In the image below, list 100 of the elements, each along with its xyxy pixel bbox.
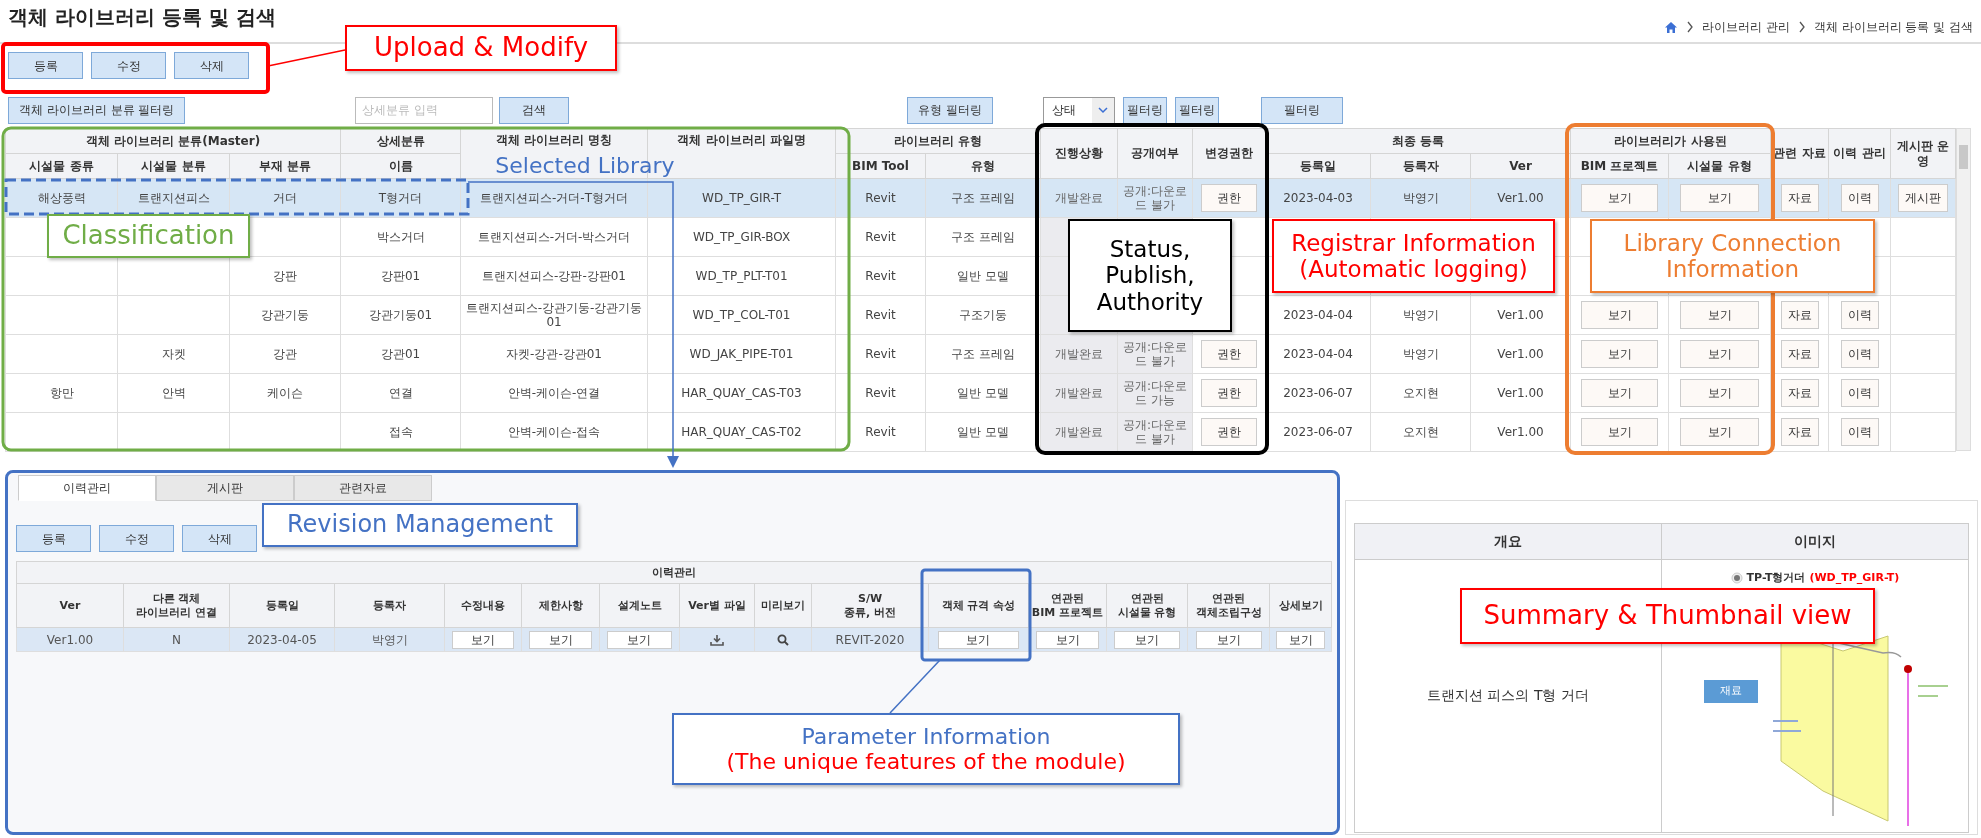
scrollbar[interactable]	[1956, 128, 1971, 451]
table-cell: Ver1.00	[16, 627, 124, 652]
column-header: 공개여부	[1117, 128, 1193, 179]
table-cell: 일반 모델	[925, 256, 1041, 296]
callout-text: Revision Management	[287, 511, 553, 539]
breadcrumb-link[interactable]: 객체 라이브러리 등록 및 검색	[1813, 18, 1973, 36]
table-cell: 박영기	[1370, 178, 1471, 218]
table-button[interactable]: 보기	[1679, 184, 1760, 212]
detail-search-field[interactable]: 상세분류 입력	[355, 96, 494, 124]
table-cell: 자켓-강관-강관01	[460, 334, 648, 374]
table-button[interactable]: 보기	[1581, 340, 1658, 368]
table-button[interactable]: 보기	[1679, 379, 1760, 407]
table-cell: 안벽-케이슨-연결	[460, 373, 648, 413]
tab[interactable]: 게시판	[156, 475, 294, 501]
table-button[interactable]: 보기	[1679, 340, 1760, 368]
column-header: 제한사항	[521, 583, 600, 628]
view-button[interactable]: 보기	[1036, 630, 1099, 649]
action-button[interactable]: 등록	[8, 52, 83, 79]
table-cell: 개발완료	[1040, 412, 1118, 452]
view-button[interactable]: 보기	[529, 630, 592, 649]
table-button[interactable]: 이력	[1840, 340, 1879, 368]
table-cell: 강관기둥	[229, 295, 341, 335]
table-cell: Ver1.00	[1470, 373, 1571, 413]
column-header: 시설물 종류	[5, 153, 118, 179]
table-cell: 강판01	[340, 256, 461, 296]
table-button[interactable]: 권한	[1201, 340, 1257, 368]
table-button[interactable]: 자료	[1780, 301, 1819, 329]
table-button[interactable]: 보기	[1581, 379, 1658, 407]
column-header: 라이브러리 유형	[835, 128, 1041, 154]
table-row[interactable]: 항만 안벽 케이슨 연결 안벽-케이슨-연결 HAR_QUAY_CAS-T03 Revit 일반 모델 개발완료 공개:다운로드 가능 권한 2023-06-07 오지현 Ver1.00 보기 보기 자료 이력	[5, 373, 1956, 413]
filter-button[interactable]: 객체 라이브러리 분류 필터링	[8, 96, 186, 124]
table-button[interactable]: 자료	[1780, 418, 1819, 446]
callout-text: Upload & Modify	[373, 33, 589, 63]
table-cell: Revit	[835, 178, 926, 218]
column-header: 진행상황	[1040, 128, 1118, 179]
table-cell: WD_TP_GIR-BOX	[647, 217, 836, 257]
table-button[interactable]: 보기	[1581, 418, 1658, 446]
action-button[interactable]: 수정	[91, 52, 166, 79]
table-button[interactable]: 자료	[1780, 379, 1819, 407]
table-cell: 구조 프레임	[925, 334, 1041, 374]
tab[interactable]: 이력관리	[18, 475, 156, 501]
table-button[interactable]: 이력	[1840, 301, 1879, 329]
table-button[interactable]: 게시판	[1898, 184, 1948, 212]
action-button[interactable]: 등록	[16, 525, 91, 552]
table-cell: 트랜지션피스-강관기둥-강관기둥01	[460, 295, 648, 335]
status-select[interactable]: 상태	[1043, 96, 1116, 124]
view-button[interactable]: 보기	[1276, 630, 1325, 649]
filter-button[interactable]: 필터링	[1175, 96, 1220, 124]
table-title: 이력관리	[16, 561, 1332, 584]
table-cell: 박스거더	[340, 217, 461, 257]
table-row[interactable]: Ver1.00 N 2023-04-05 박영기 보기 보기 보기 REVIT-2020 보기 보기 보기 보기 보기	[16, 627, 1332, 652]
table-button[interactable]: 권한	[1201, 379, 1257, 407]
action-button[interactable]: 삭제	[174, 52, 249, 79]
table-button[interactable]: 자료	[1780, 184, 1819, 212]
download-icon[interactable]	[710, 634, 724, 646]
table-button[interactable]: 보기	[1581, 301, 1658, 329]
table-button[interactable]: 이력	[1840, 418, 1879, 446]
action-button[interactable]: 수정	[99, 525, 174, 552]
view-button[interactable]: 보기	[607, 630, 672, 649]
table-button[interactable]: 자료	[1780, 340, 1819, 368]
view-button[interactable]: 보기	[452, 630, 514, 649]
column-header: 최종 등록	[1265, 128, 1571, 154]
search-icon[interactable]	[777, 634, 789, 646]
column-header: 등록일	[229, 583, 335, 628]
table-cell: 항만	[5, 373, 118, 413]
breadcrumb-link[interactable]: 라이브러리 관리	[1701, 18, 1790, 36]
table-button[interactable]: 보기	[1581, 184, 1658, 212]
action-button[interactable]: 삭제	[182, 525, 257, 552]
table-cell: Revit	[835, 334, 926, 374]
column-header: 객체 라이브러리 분류(Master)	[5, 128, 341, 154]
view-button[interactable]: 보기	[937, 630, 1020, 649]
table-cell: Revit	[835, 373, 926, 413]
table-row[interactable]: 해상풍력 트랜지션피스 거더 T형거더 트랜지션피스-거더-T형거더 WD_TP_GIR-T Revit 구조 프레임 개발완료 공개:다운로드 불가 권한 2023-04-03 박영기 Ver1.00 보기 보기 자료 이력 게시판	[5, 178, 1956, 218]
column-header: S/W 종류, 버전	[811, 583, 929, 628]
table-button[interactable]: 보기	[1679, 418, 1760, 446]
table-row[interactable]: 접속 안벽-케이슨-접속 HAR_QUAY_CAS-T02 Revit 일반 모델 개발완료 공개:다운로드 불가 권한 2023-06-07 오지현 Ver1.00 보기 보기 자료 이력	[5, 412, 1956, 452]
search-button[interactable]: 검색	[499, 96, 570, 124]
column-header: 이미지	[1661, 523, 1969, 560]
view-button[interactable]: 보기	[1195, 630, 1262, 649]
table-cell: WD_TP_GIR-T	[647, 178, 836, 218]
filter-button[interactable]: 필터링	[1261, 96, 1344, 124]
table-cell: Ver1.00	[1470, 412, 1571, 452]
table-cell: 개발완료	[1040, 334, 1118, 374]
table-cell: 2023-04-05	[229, 627, 335, 652]
table-button[interactable]: 보기	[1679, 301, 1760, 329]
table-button[interactable]: 권한	[1201, 418, 1257, 446]
table-button[interactable]: 이력	[1840, 379, 1879, 407]
chevron-icon	[1797, 21, 1806, 33]
table-row[interactable]: 자켓 강관 강관01 자켓-강관-강관01 WD_JAK_PIPE-T01 Revit 구조 프레임 개발완료 공개:다운로드 불가 권한 2023-04-04 박영기 Ver1.00 보기 보기 자료 이력	[5, 334, 1956, 374]
home-icon[interactable]	[1663, 20, 1678, 34]
table-cell: 강관	[229, 334, 341, 374]
table-button[interactable]: 권한	[1201, 184, 1257, 212]
filter-button[interactable]: 유형 필터링	[907, 96, 994, 124]
table-cell: 오지현	[1370, 373, 1471, 413]
filter-button[interactable]: 필터링	[1123, 96, 1168, 124]
tab[interactable]: 관련자료	[294, 475, 432, 501]
table-cell: 오지현	[1370, 412, 1471, 452]
view-button[interactable]: 보기	[1114, 630, 1180, 649]
column-header: 설계노트	[599, 583, 680, 628]
table-button[interactable]: 이력	[1840, 184, 1879, 212]
